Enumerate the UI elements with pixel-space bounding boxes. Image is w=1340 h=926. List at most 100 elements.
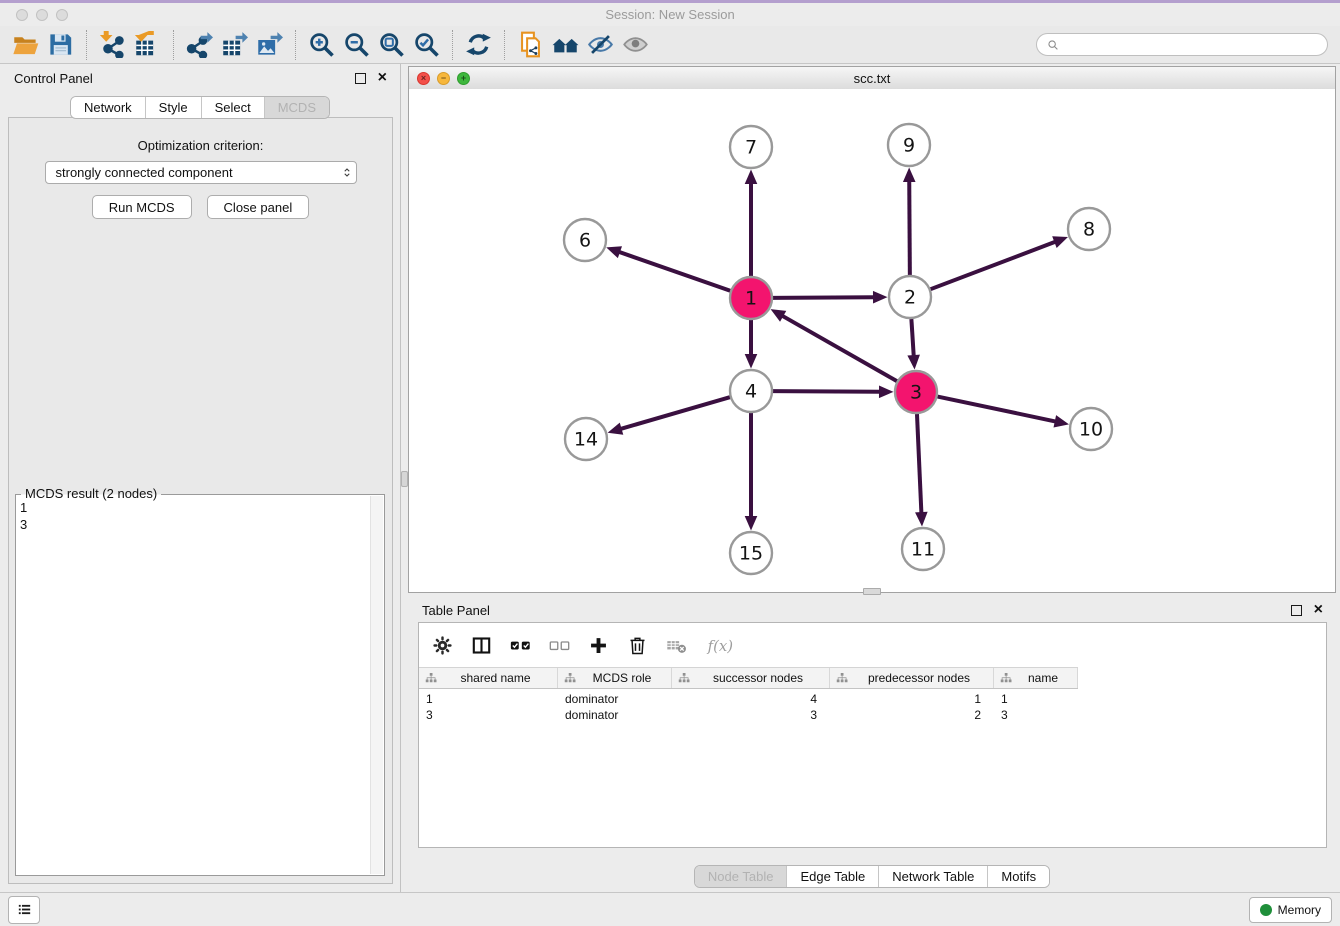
node-table-container: f(x) shared nameMCDS role successor nodes… <box>418 622 1327 848</box>
zoom-in-button[interactable] <box>304 29 339 61</box>
save-session-icon <box>47 31 74 58</box>
column-header-mcds-role[interactable]: MCDS role <box>558 668 672 688</box>
column-header-predecessor-nodes[interactable]: predecessor nodes <box>830 668 994 688</box>
export-table-button[interactable] <box>217 29 252 61</box>
trash-button[interactable] <box>627 635 648 656</box>
graph-node-label: 6 <box>579 230 591 252</box>
table-row[interactable]: 3dominator323 <box>419 707 1078 723</box>
result-line: 3 <box>20 516 368 533</box>
network-resize-grip[interactable] <box>863 588 881 595</box>
graph-edge-3-11[interactable] <box>917 414 921 513</box>
svg-text:f(x): f(x) <box>707 636 733 654</box>
table-tab-motifs[interactable]: Motifs <box>987 866 1049 887</box>
graph-edge-4-14[interactable] <box>621 397 730 429</box>
search-input[interactable] <box>1065 36 1318 53</box>
graph-edge-2-3[interactable] <box>911 319 913 356</box>
graph-edge-4-3[interactable] <box>773 391 880 392</box>
open-file-button[interactable] <box>8 29 43 61</box>
table-tab-network-table[interactable]: Network Table <box>878 866 987 887</box>
save-session-button[interactable] <box>43 29 78 61</box>
column-header-successor-nodes[interactable]: successor nodes <box>672 668 830 688</box>
graph-edge-2-8[interactable] <box>931 242 1056 289</box>
zoom-selected-button[interactable] <box>409 29 444 61</box>
graph-edge-1-2[interactable] <box>773 297 874 298</box>
status-bar: Memory <box>0 892 1340 926</box>
close-panel-button[interactable]: Close panel <box>207 195 310 219</box>
column-header-shared-name[interactable]: shared name <box>419 668 558 688</box>
graph-edge-arrowhead <box>1053 415 1068 427</box>
tree-icon <box>425 672 437 684</box>
control-tab-style[interactable]: Style <box>145 97 201 118</box>
float-table-panel-icon[interactable] <box>1291 605 1302 616</box>
graph-edge-arrowhead <box>1052 236 1068 248</box>
export-image-icon <box>256 31 283 58</box>
run-mcds-button[interactable]: Run MCDS <box>92 195 192 219</box>
network-canvas[interactable]: 7968124314101511 <box>409 89 1335 592</box>
graph-node-label: 7 <box>745 137 757 159</box>
toolbar-separator <box>86 30 87 60</box>
open-file-icon <box>12 31 39 58</box>
copy-share-button[interactable] <box>513 29 548 61</box>
zoom-out-button[interactable] <box>339 29 374 61</box>
add-row-button[interactable] <box>588 635 609 656</box>
table-row[interactable]: 1dominator411 <box>419 691 1078 707</box>
control-panel-tabs: NetworkStyleSelectMCDS <box>70 96 330 119</box>
refresh-view-button[interactable] <box>461 29 496 61</box>
result-scrollbar[interactable] <box>370 496 383 874</box>
uncheck-all-button[interactable] <box>549 635 570 656</box>
mcds-panel: Optimization criterion: strongly connect… <box>8 117 393 884</box>
memory-status-icon <box>1260 904 1272 916</box>
columns-button[interactable] <box>471 635 492 656</box>
zoom-fit-icon <box>378 31 405 58</box>
graph-edge-3-10[interactable] <box>938 397 1056 422</box>
table-panel-header: Table Panel × <box>408 596 1336 624</box>
table-cell: 1 <box>419 692 558 706</box>
export-table-icon <box>221 31 248 58</box>
criterion-select[interactable]: strongly connected component <box>45 161 357 184</box>
zoom-fit-button[interactable] <box>374 29 409 61</box>
search-box[interactable] <box>1036 33 1328 56</box>
control-tab-select[interactable]: Select <box>201 97 264 118</box>
gear-button[interactable] <box>432 635 453 656</box>
export-image-button[interactable] <box>252 29 287 61</box>
check-all-button[interactable] <box>510 635 531 656</box>
control-tab-network[interactable]: Network <box>71 97 145 118</box>
graph-edge-arrowhead <box>879 385 894 398</box>
float-panel-icon[interactable] <box>355 73 366 84</box>
graph-edge-2-9[interactable] <box>909 181 910 275</box>
fx-icon: f(x) <box>705 635 733 656</box>
network-window-titlebar: × − + scc.txt <box>409 67 1335 90</box>
criterion-value: strongly connected component <box>56 165 338 180</box>
column-label: name <box>1012 671 1074 685</box>
first-neighbors-icon <box>552 31 579 58</box>
graph-edge-1-6[interactable] <box>619 252 730 291</box>
table-cell: 3 <box>672 708 830 722</box>
copy-share-icon <box>517 31 544 58</box>
import-table-button[interactable] <box>130 29 165 61</box>
column-label: successor nodes <box>690 671 826 685</box>
column-header-name[interactable]: name <box>994 668 1078 688</box>
splitter-grip[interactable] <box>401 471 408 487</box>
table-tab-node-table[interactable]: Node Table <box>695 866 787 887</box>
memory-button[interactable]: Memory <box>1249 897 1332 923</box>
show-all-button[interactable] <box>618 29 653 61</box>
table-tab-edge-table[interactable]: Edge Table <box>786 866 878 887</box>
export-network-icon <box>186 31 213 58</box>
import-network-button[interactable] <box>95 29 130 61</box>
export-network-button[interactable] <box>182 29 217 61</box>
close-table-panel-icon[interactable]: × <box>1314 604 1323 616</box>
control-tab-mcds[interactable]: MCDS <box>264 97 329 118</box>
graph-edge-3-1[interactable] <box>782 316 897 381</box>
import-network-icon <box>99 31 126 58</box>
zoom-selected-icon <box>413 31 440 58</box>
graph-edge-arrowhead <box>907 355 920 370</box>
table-cell: 3 <box>994 708 1078 722</box>
panel-splitter[interactable] <box>401 64 408 892</box>
control-panel-title: Control Panel <box>14 71 93 86</box>
task-history-button[interactable] <box>8 896 40 924</box>
mcds-result-lines[interactable]: 13 <box>20 499 368 871</box>
close-panel-icon[interactable]: × <box>378 72 387 84</box>
hide-selected-button[interactable] <box>583 29 618 61</box>
table-cell: 3 <box>419 708 558 722</box>
first-neighbors-button[interactable] <box>548 29 583 61</box>
